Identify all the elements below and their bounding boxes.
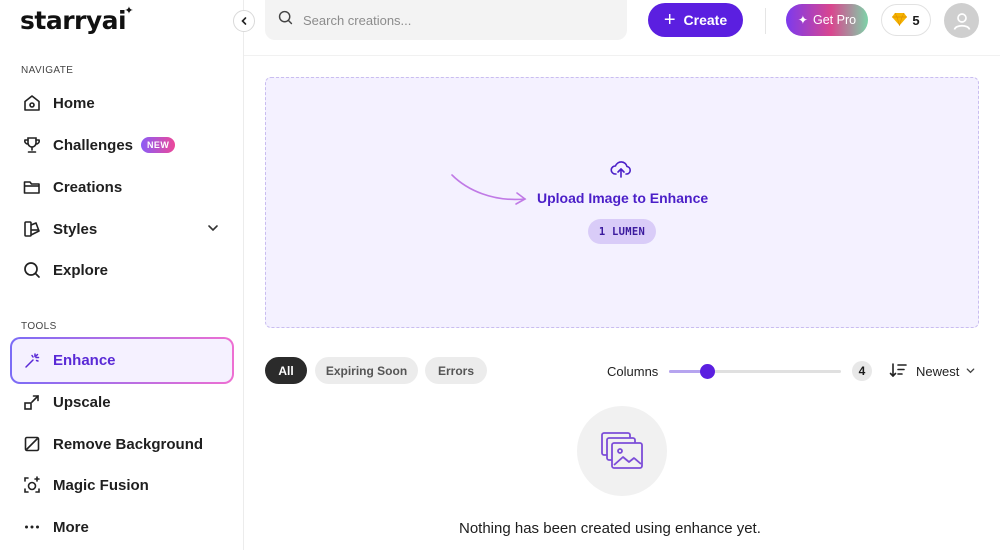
sidebar-item-label: Magic Fusion <box>53 476 149 494</box>
navigate-section-label: NAVIGATE <box>21 65 74 76</box>
sort-label: Newest <box>916 364 960 379</box>
magic-fusion-icon <box>22 475 42 495</box>
cloud-upload-icon <box>610 159 632 184</box>
sidebar-item-styles[interactable]: Styles <box>10 209 234 249</box>
search-input[interactable] <box>303 12 603 28</box>
trophy-icon <box>22 135 42 155</box>
chevron-down-icon <box>965 364 976 379</box>
credits-count: 5 <box>912 12 920 28</box>
sort-icon <box>889 362 907 381</box>
sidebar-item-label: Challenges <box>53 136 134 154</box>
lumen-cost-badge: 1 LUMEN <box>588 219 656 244</box>
sidebar-item-remove-background[interactable]: Remove Background <box>10 424 234 464</box>
magic-wand-icon <box>22 351 42 371</box>
header-divider-line <box>244 55 1000 56</box>
filter-chip-all[interactable]: All <box>265 357 307 384</box>
sidebar-item-upscale[interactable]: Upscale <box>10 382 234 422</box>
sidebar-item-enhance[interactable]: Enhance <box>10 337 234 384</box>
collapse-sidebar-button[interactable] <box>233 10 255 32</box>
sidebar-item-challenges[interactable]: Challenges NEW <box>10 125 234 165</box>
get-pro-button[interactable]: ✦ Get Pro <box>786 4 868 36</box>
user-icon <box>953 12 970 30</box>
gem-icon <box>892 12 908 29</box>
sidebar-item-label: Remove Background <box>53 435 204 453</box>
columns-label: Columns <box>607 364 659 379</box>
sparkle-icon: ✦ <box>124 4 134 17</box>
sidebar-item-label: Upscale <box>53 393 111 411</box>
user-avatar[interactable] <box>944 3 979 38</box>
sort-dropdown[interactable]: Newest <box>889 362 976 381</box>
sidebar-item-magic-fusion[interactable]: Magic Fusion <box>10 465 234 505</box>
credits-counter[interactable]: 5 <box>881 4 931 36</box>
tools-section-label: TOOLS <box>21 321 57 332</box>
pointing-arrow-icon <box>449 172 531 217</box>
plus-icon: + <box>663 9 676 31</box>
logo-text: starryai <box>20 6 127 35</box>
columns-slider-handle[interactable] <box>699 364 715 379</box>
empty-state-illustration <box>577 406 667 496</box>
new-badge: NEW <box>141 137 176 153</box>
sidebar-item-label: Creations <box>53 178 123 196</box>
header-divider <box>765 8 766 34</box>
sidebar-item-label: Enhance <box>53 352 116 369</box>
sidebar-item-label: Explore <box>53 261 109 279</box>
get-pro-label: Get Pro <box>812 13 857 27</box>
filter-chip-errors[interactable]: Errors <box>425 357 487 384</box>
sidebar: starryai ✦ NAVIGATE Home Challenges NEW C… <box>0 0 244 550</box>
sidebar-item-creations[interactable]: Creations <box>10 167 234 207</box>
chevron-left-icon <box>241 17 247 25</box>
search-bar[interactable] <box>265 0 627 40</box>
columns-slider[interactable] <box>669 364 841 379</box>
create-button[interactable]: + Create <box>648 3 743 37</box>
columns-count: 4 <box>852 361 872 381</box>
search-icon <box>22 260 42 280</box>
more-icon <box>22 517 42 537</box>
sidebar-item-label: Home <box>53 94 95 112</box>
sidebar-item-home[interactable]: Home <box>10 83 234 123</box>
folder-icon <box>22 177 42 197</box>
filter-chip-expiring-soon[interactable]: Expiring Soon <box>315 357 418 384</box>
remove-background-icon <box>22 434 42 454</box>
sidebar-item-label: Styles <box>53 220 98 238</box>
upload-image-label[interactable]: Upload Image to Enhance <box>537 190 708 206</box>
empty-state-message: Nothing has been created using enhance y… <box>459 520 761 537</box>
sidebar-item-label: More <box>53 518 89 536</box>
palette-icon <box>22 219 42 239</box>
create-label: Create <box>683 12 728 28</box>
starryai-logo[interactable]: starryai ✦ <box>20 4 134 35</box>
search-icon <box>277 9 294 31</box>
upscale-icon <box>22 392 42 412</box>
chevron-down-icon[interactable] <box>206 221 220 240</box>
sidebar-item-more[interactable]: More <box>10 507 234 547</box>
home-icon <box>22 93 42 113</box>
sparkle-icon: ✦ <box>797 13 808 27</box>
sidebar-item-explore[interactable]: Explore <box>10 250 234 290</box>
image-stack-icon <box>601 432 643 469</box>
